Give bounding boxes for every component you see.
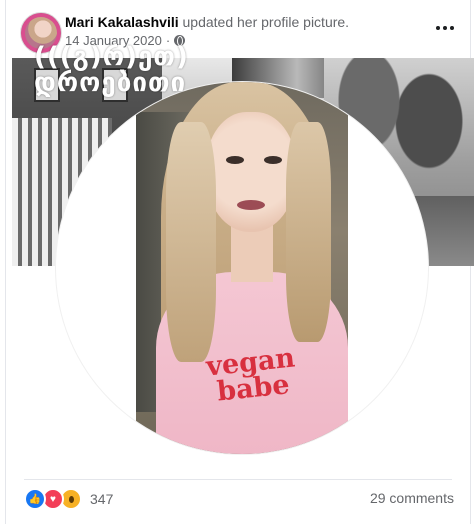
more-options-button[interactable] [432, 18, 458, 38]
dot-icon [450, 26, 454, 30]
reaction-count[interactable]: 347 [90, 491, 113, 507]
comments-count[interactable]: 29 comments [370, 490, 454, 506]
post-card: Mari Kakalashvili updated her profile pi… [5, 0, 474, 524]
footer-divider [24, 479, 452, 480]
dot-icon [436, 26, 440, 30]
reactions-summary[interactable]: 👍 ♥ 347 [24, 488, 113, 510]
post-action-text: updated her profile picture. [182, 14, 350, 30]
profile-photo: vegan babe [136, 82, 348, 454]
profile-picture[interactable]: vegan babe [56, 82, 428, 454]
photo-overlay-caption: (((გ)რ)ეთ) დროებითი [34, 42, 189, 98]
like-reaction-icon: 👍 [24, 488, 46, 510]
post-header-line: Mari Kakalashvili updated her profile pi… [65, 14, 349, 30]
author-name[interactable]: Mari Kakalashvili [65, 14, 179, 30]
dot-icon [443, 26, 447, 30]
